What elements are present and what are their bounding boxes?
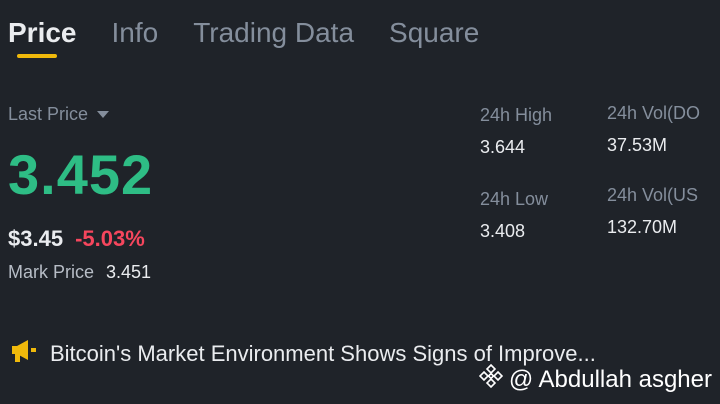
tab-info[interactable]: Info	[112, 16, 159, 50]
caret-down-icon	[97, 111, 110, 118]
stat-label: 24h High	[480, 105, 553, 125]
last-price-value: 3.452	[8, 143, 154, 206]
stat-value: 132.70M	[607, 217, 678, 237]
stat-24h-high: 24h High 3.644	[480, 104, 552, 158]
last-price-selector[interactable]: Last Price	[8, 104, 110, 125]
stat-value: 37.53M	[607, 135, 668, 155]
megaphone-icon	[10, 338, 38, 369]
stat-value: 3.644	[480, 137, 526, 157]
binance-logo-icon	[478, 363, 503, 395]
active-tab-indicator	[17, 54, 57, 58]
news-headline: Bitcoin's Market Environment Shows Signs…	[50, 340, 596, 366]
watermark-text: @ Abdullah asgher	[508, 365, 712, 393]
stat-value: 3.408	[480, 221, 526, 241]
mark-price-label: Mark Price	[8, 262, 95, 282]
fiat-price: $3.45	[8, 226, 64, 251]
stat-label: 24h Vol(DO	[607, 103, 701, 123]
tab-square[interactable]: Square	[389, 16, 479, 50]
stat-24h-vol-quote: 24h Vol(US 132.70M	[607, 184, 698, 238]
fiat-price-row: $3.45 -5.03%	[8, 226, 145, 252]
mark-price-row: Mark Price 3.451	[8, 262, 151, 283]
tab-price[interactable]: Price	[8, 16, 77, 50]
stat-24h-vol-base: 24h Vol(DO 37.53M	[607, 102, 700, 156]
stat-label: 24h Low	[480, 189, 549, 209]
last-price-label: Last Price	[8, 104, 89, 124]
watermark: @ Abdullah asgher	[478, 363, 712, 395]
tab-trading-data[interactable]: Trading Data	[193, 16, 354, 50]
change-percent: -5.03%	[75, 226, 145, 251]
mark-price-value: 3.451	[106, 262, 152, 282]
stat-24h-low: 24h Low 3.408	[480, 188, 548, 242]
tab-bar: Price Info Trading Data Square	[8, 16, 514, 50]
stat-label: 24h Vol(US	[607, 185, 699, 205]
